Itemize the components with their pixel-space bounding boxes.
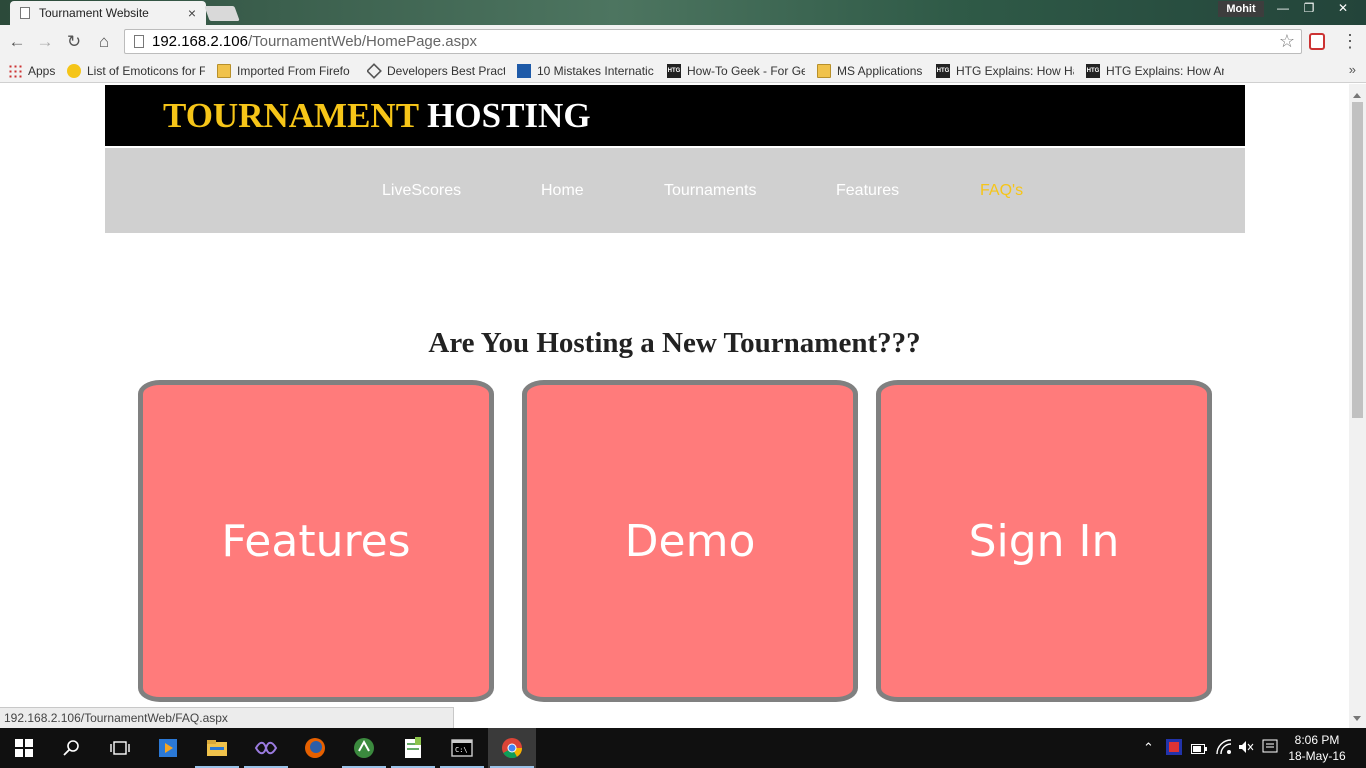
scroll-up-icon[interactable]: [1353, 89, 1361, 98]
tab-title: Tournament Website: [39, 6, 149, 20]
bookmark-label: HTG Explains: How An: [1106, 64, 1224, 78]
address-bar[interactable]: 192.168.2.106/TournamentWeb/HomePage.asp…: [124, 29, 1302, 54]
bookmark-item[interactable]: Imported From Firefo: [217, 62, 355, 80]
scroll-thumb[interactable]: [1352, 102, 1363, 418]
nav-features[interactable]: Features: [836, 182, 899, 200]
bookmark-item[interactable]: HTG HTG Explains: How An: [1086, 62, 1224, 80]
bookmark-label: Developers Best Pract: [387, 64, 505, 78]
features-card-button[interactable]: Features: [138, 380, 494, 702]
bookmark-label: List of Emoticons for F: [87, 64, 205, 78]
back-icon[interactable]: ←: [6, 31, 28, 53]
android-studio-icon[interactable]: [340, 728, 388, 768]
nav-home[interactable]: Home: [541, 182, 584, 200]
menu-icon[interactable]: ⋮: [1341, 31, 1359, 52]
nav-tournaments[interactable]: Tournaments: [664, 182, 757, 200]
show-hidden-icons[interactable]: ⌃: [1143, 740, 1154, 756]
diamond-icon: [367, 63, 382, 79]
home-icon[interactable]: ⌂: [93, 31, 115, 53]
bookmark-item[interactable]: 10 Mistakes Internatic: [517, 62, 655, 80]
sign-in-card-button[interactable]: Sign In: [876, 380, 1212, 702]
hero-title: Are You Hosting a New Tournament???: [428, 327, 921, 359]
clock-time: 8:06 PM: [1294, 733, 1340, 747]
site-nav: LiveScores Home Tournaments Features FAQ…: [105, 148, 1245, 233]
bookmark-item[interactable]: HTG How-To Geek - For Ge: [667, 62, 805, 80]
bookmark-label: Apps: [28, 64, 56, 78]
bookmark-star-icon[interactable]: ☆: [1279, 31, 1295, 52]
bookmark-item[interactable]: Developers Best Pract: [367, 62, 505, 80]
url-path: /TournamentWeb/HomePage.aspx: [247, 33, 477, 50]
brand-title-part1: TOURNAMENT: [163, 96, 419, 135]
browser-tab[interactable]: Tournament Website ×: [10, 1, 206, 25]
close-icon[interactable]: ✕: [1326, 0, 1360, 18]
window-title-bar: Tournament Website × Mohit — ❐ ✕: [0, 0, 1366, 25]
bookmark-label: MS Applications: [837, 64, 923, 78]
bookmarks-bar: Apps List of Emoticons for F Imported Fr…: [0, 59, 1366, 83]
tray-app-icon[interactable]: [1166, 739, 1182, 758]
extension-icon[interactable]: [1309, 33, 1325, 50]
action-center-icon[interactable]: [1262, 739, 1278, 758]
browser-toolbar: ← → ↻ ⌂ 192.168.2.106/TournamentWeb/Home…: [0, 25, 1366, 59]
battery-icon[interactable]: [1191, 742, 1207, 757]
bookmark-label: Imported From Firefo: [237, 64, 350, 78]
folder-icon: [217, 64, 231, 78]
bookmark-label: 10 Mistakes Internatic: [537, 64, 654, 78]
folder-icon: [817, 64, 831, 78]
taskbar-clock[interactable]: 8:06 PM 18-May-16: [1284, 732, 1350, 764]
file-explorer-icon[interactable]: [193, 728, 241, 768]
bookmark-label: HTG Explains: How Ha: [956, 64, 1074, 78]
profile-badge[interactable]: Mohit: [1218, 1, 1264, 17]
url-host: 192.168.2.106: [152, 33, 248, 50]
task-view-icon[interactable]: [96, 728, 144, 768]
start-windows-icon[interactable]: [0, 728, 48, 768]
firefox-icon[interactable]: [291, 728, 339, 768]
media-player-icon[interactable]: [144, 728, 192, 768]
bookmark-item[interactable]: Apps: [8, 62, 60, 80]
card-label: Features: [221, 515, 411, 567]
status-bar-url: 192.168.2.106/TournamentWeb/FAQ.aspx: [0, 707, 454, 728]
tab-close-icon[interactable]: ×: [188, 5, 196, 21]
taskbar: C:\ ⌃ 8:06 PM 18-May-16: [0, 728, 1366, 768]
svg-text:C:\: C:\: [455, 746, 468, 754]
forward-icon[interactable]: →: [34, 31, 56, 53]
new-tab-button[interactable]: [204, 6, 240, 21]
wifi-icon[interactable]: [1216, 739, 1232, 758]
notepad-plus-icon[interactable]: [389, 728, 437, 768]
demo-card-button[interactable]: Demo: [522, 380, 858, 702]
nav-faq[interactable]: FAQ's: [980, 182, 1023, 200]
page-scrollbar[interactable]: [1349, 84, 1366, 728]
apps-grid-icon: [8, 64, 22, 78]
brand-title-part2: HOSTING: [427, 96, 591, 135]
page-icon: [134, 35, 144, 48]
volume-muted-icon[interactable]: [1238, 739, 1254, 758]
bookmark-item[interactable]: HTG HTG Explains: How Ha: [936, 62, 1074, 80]
more-bookmarks-icon[interactable]: »: [1349, 62, 1356, 77]
card-label: Sign In: [968, 515, 1120, 567]
bookmark-item[interactable]: MS Applications: [817, 62, 929, 80]
clock-date: 18-May-16: [1288, 749, 1346, 763]
restore-icon[interactable]: ❐: [1296, 0, 1322, 18]
card-label: Demo: [624, 515, 756, 567]
bookmark-item[interactable]: List of Emoticons for F: [67, 62, 205, 80]
search-icon[interactable]: [48, 728, 96, 768]
htg-icon: HTG: [1086, 64, 1100, 78]
smiley-icon: [67, 64, 81, 78]
htg-icon: HTG: [936, 64, 950, 78]
htg-icon: HTG: [667, 64, 681, 78]
s-logo-icon: [517, 64, 531, 78]
minimize-icon[interactable]: —: [1270, 0, 1296, 18]
visual-studio-icon[interactable]: [242, 728, 290, 768]
chrome-icon[interactable]: [488, 728, 536, 768]
nav-livescores[interactable]: LiveScores: [382, 182, 461, 200]
page-viewport: TOURNAMENT HOSTING LiveScores Home Tourn…: [0, 84, 1349, 728]
reload-icon[interactable]: ↻: [63, 31, 85, 53]
page-icon: [20, 7, 30, 19]
bookmark-label: How-To Geek - For Ge: [687, 64, 805, 78]
scroll-down-icon[interactable]: [1353, 716, 1361, 725]
site-header: TOURNAMENT HOSTING: [105, 85, 1245, 146]
command-prompt-icon[interactable]: C:\: [438, 728, 486, 768]
